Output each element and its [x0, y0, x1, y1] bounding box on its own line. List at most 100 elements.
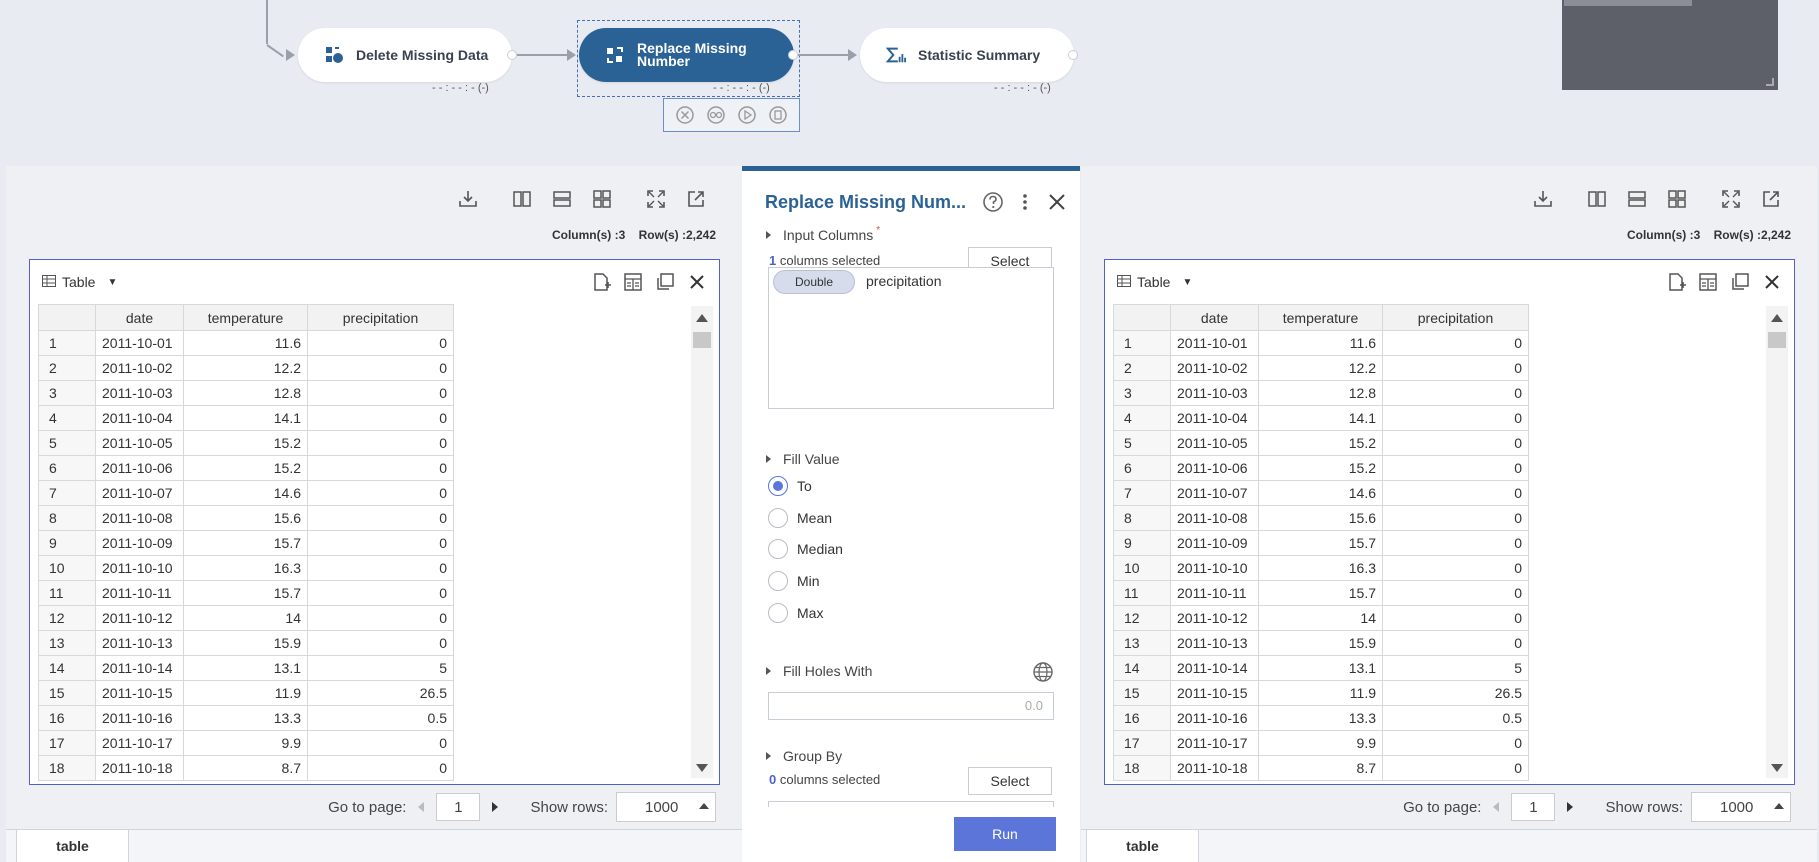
cell-precipitation[interactable]: 0.5 — [307, 705, 454, 731]
cell-date[interactable]: 2011-10-07 — [95, 480, 184, 506]
cell-temperature[interactable]: 13.1 — [1258, 655, 1383, 681]
cell-precipitation[interactable]: 0 — [307, 580, 454, 606]
cell-date[interactable]: 2011-10-10 — [95, 555, 184, 581]
radio-min[interactable]: Min — [768, 571, 820, 591]
vertical-scrollbar[interactable] — [1766, 306, 1788, 778]
cell-temperature[interactable]: 13.3 — [183, 705, 308, 731]
split-horizontal-icon[interactable] — [1617, 184, 1657, 214]
chevron-down-icon[interactable]: ▼ — [1182, 277, 1192, 288]
section-fill-value[interactable]: Fill Value — [766, 451, 840, 467]
cell-date[interactable]: 2011-10-07 — [1170, 480, 1259, 506]
minimap[interactable] — [1562, 0, 1778, 90]
cell-date[interactable]: 2011-10-18 — [1170, 755, 1259, 781]
cell-temperature[interactable]: 14.6 — [183, 480, 308, 506]
table-row[interactable]: 17 2011-10-17 9.9 0 — [1113, 730, 1529, 756]
table-row[interactable]: 5 2011-10-05 15.2 0 — [38, 430, 454, 456]
cell-temperature[interactable]: 15.7 — [1258, 530, 1383, 556]
table-row[interactable]: 11 2011-10-11 15.7 0 — [38, 580, 454, 606]
table-row[interactable]: 17 2011-10-17 9.9 0 — [38, 730, 454, 756]
cell-temperature[interactable]: 14.1 — [183, 405, 308, 431]
table-row[interactable]: 8 2011-10-08 15.6 0 — [1113, 505, 1529, 531]
cell-date[interactable]: 2011-10-03 — [95, 380, 184, 406]
cell-temperature[interactable]: 12.8 — [1258, 380, 1383, 406]
next-page-icon[interactable] — [1563, 800, 1577, 814]
cell-date[interactable]: 2011-10-01 — [95, 330, 184, 356]
fill-holes-input[interactable]: 0.0 — [768, 692, 1054, 720]
cell-temperature[interactable]: 16.3 — [183, 555, 308, 581]
prev-page-icon[interactable] — [1489, 800, 1503, 814]
next-page-icon[interactable] — [488, 800, 502, 814]
table-row[interactable]: 2 2011-10-02 12.2 0 — [1113, 355, 1529, 381]
table-row[interactable]: 1 2011-10-01 11.6 0 — [38, 330, 454, 356]
cell-precipitation[interactable]: 0 — [1382, 555, 1529, 581]
table-row[interactable]: 16 2011-10-16 13.3 0.5 — [38, 705, 454, 731]
cell-temperature[interactable]: 12.2 — [1258, 355, 1383, 381]
table-row[interactable]: 10 2011-10-10 16.3 0 — [38, 555, 454, 581]
cell-date[interactable]: 2011-10-06 — [1170, 455, 1259, 481]
radio-to[interactable]: To — [768, 476, 812, 496]
vertical-scrollbar[interactable] — [691, 306, 713, 778]
close-icon[interactable] — [1760, 270, 1784, 294]
view-type-label[interactable]: Table — [1137, 274, 1170, 290]
cell-date[interactable]: 2011-10-12 — [1170, 605, 1259, 631]
page-number-input[interactable]: 1 — [1511, 793, 1556, 821]
cell-temperature[interactable]: 9.9 — [183, 730, 308, 756]
cell-date[interactable]: 2011-10-08 — [1170, 505, 1259, 531]
table-row[interactable]: 12 2011-10-12 14 0 — [1113, 605, 1529, 631]
globe-icon[interactable] — [1032, 661, 1054, 683]
grid-layout-icon[interactable] — [1657, 184, 1697, 214]
cell-precipitation[interactable]: 0 — [1382, 455, 1529, 481]
cell-precipitation[interactable]: 0 — [307, 605, 454, 631]
cell-precipitation[interactable]: 0 — [307, 405, 454, 431]
cell-temperature[interactable]: 15.9 — [1258, 630, 1383, 656]
cell-temperature[interactable]: 14 — [1258, 605, 1383, 631]
cell-temperature[interactable]: 15.2 — [1258, 430, 1383, 456]
table-row[interactable]: 2 2011-10-02 12.2 0 — [38, 355, 454, 381]
cell-date[interactable]: 2011-10-03 — [1170, 380, 1259, 406]
cell-precipitation[interactable]: 0 — [307, 730, 454, 756]
column-header-temperature[interactable]: temperature — [1258, 304, 1383, 331]
help-icon[interactable] — [982, 191, 1004, 213]
cell-date[interactable]: 2011-10-11 — [1170, 580, 1259, 606]
table-row[interactable]: 14 2011-10-14 13.1 5 — [38, 655, 454, 681]
cell-precipitation[interactable]: 0 — [1382, 605, 1529, 631]
cell-date[interactable]: 2011-10-13 — [95, 630, 184, 656]
cell-date[interactable]: 2011-10-14 — [95, 655, 184, 681]
scroll-down-arrow[interactable] — [696, 764, 708, 772]
page-number-input[interactable]: 1 — [436, 793, 481, 821]
cell-precipitation[interactable]: 0 — [1382, 380, 1529, 406]
cell-precipitation[interactable]: 0 — [1382, 755, 1529, 781]
cell-date[interactable]: 2011-10-17 — [95, 730, 184, 756]
copy-icon[interactable] — [653, 270, 677, 294]
cell-temperature[interactable]: 15.7 — [1258, 580, 1383, 606]
cell-temperature[interactable]: 15.7 — [183, 530, 308, 556]
cell-date[interactable]: 2011-10-13 — [1170, 630, 1259, 656]
radio-mean[interactable]: Mean — [768, 508, 832, 528]
rows-per-page-select[interactable]: 1000 — [616, 792, 716, 822]
table-row[interactable]: 15 2011-10-15 11.9 26.5 — [38, 680, 454, 706]
tab-table[interactable]: table — [1086, 829, 1199, 862]
scroll-up-arrow[interactable] — [1771, 314, 1783, 322]
cell-date[interactable]: 2011-10-01 — [1170, 330, 1259, 356]
table-row[interactable]: 11 2011-10-11 15.7 0 — [1113, 580, 1529, 606]
cell-precipitation[interactable]: 5 — [307, 655, 454, 681]
view-icon[interactable] — [705, 104, 727, 126]
node-delete-missing-data[interactable]: Delete Missing Data — [298, 28, 512, 82]
cell-temperature[interactable]: 15.2 — [1258, 455, 1383, 481]
cell-precipitation[interactable]: 0 — [1382, 630, 1529, 656]
cell-precipitation[interactable]: 0 — [1382, 480, 1529, 506]
cell-date[interactable]: 2011-10-09 — [1170, 530, 1259, 556]
cell-date[interactable]: 2011-10-15 — [1170, 680, 1259, 706]
cell-precipitation[interactable]: 0 — [307, 530, 454, 556]
table-row[interactable]: 7 2011-10-07 14.6 0 — [1113, 480, 1529, 506]
column-header-date[interactable]: date — [1170, 304, 1259, 331]
cell-temperature[interactable]: 14.1 — [1258, 405, 1383, 431]
cell-date[interactable]: 2011-10-09 — [95, 530, 184, 556]
cell-precipitation[interactable]: 0.5 — [1382, 705, 1529, 731]
cell-temperature[interactable]: 11.9 — [183, 680, 308, 706]
cell-temperature[interactable]: 14 — [183, 605, 308, 631]
cell-precipitation[interactable]: 0 — [1382, 355, 1529, 381]
download-icon[interactable] — [1523, 184, 1563, 214]
column-header-precipitation[interactable]: precipitation — [307, 304, 454, 331]
play-icon[interactable] — [736, 104, 758, 126]
